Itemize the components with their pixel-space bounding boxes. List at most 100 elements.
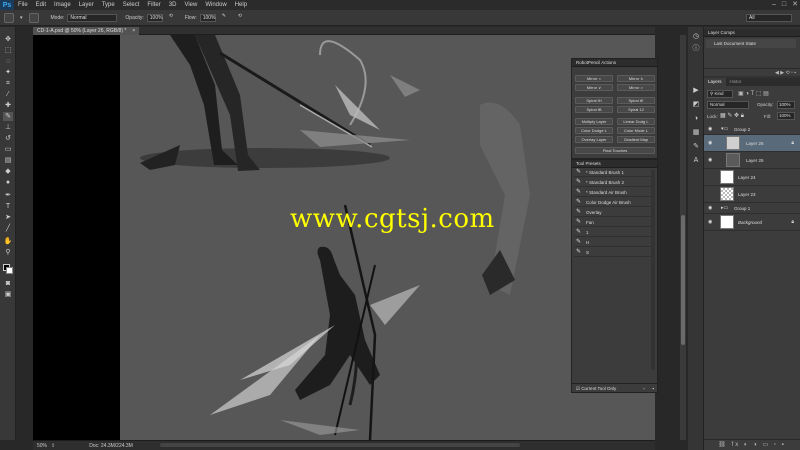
layer-opacity-field[interactable]: 100% [777, 101, 795, 109]
swatches-panel-icon[interactable]: ▦ [692, 129, 700, 137]
menu-edit[interactable]: Edit [36, 0, 46, 10]
layer-comps-footer-icons[interactable]: ◀ ▶ ⟲ ▫ ▪ [704, 68, 800, 76]
path-select-tool-icon[interactable]: ➤ [3, 213, 13, 222]
character-panel-icon[interactable]: A [692, 157, 700, 165]
menu-file[interactable]: File [18, 0, 28, 10]
crop-tool-icon[interactable]: ⌗ [3, 79, 13, 88]
menu-layer[interactable]: Layer [79, 0, 94, 10]
airbrush-icon[interactable]: ✎ [222, 13, 232, 23]
minimize-button[interactable]: – [772, 0, 776, 10]
brush-tool-icon[interactable]: ✎ [3, 112, 13, 121]
visibility-eye-icon[interactable]: ◉ [708, 124, 712, 135]
menu-view[interactable]: View [184, 0, 197, 10]
background-color-swatch[interactable] [6, 267, 13, 274]
gradient-tool-icon[interactable]: ▤ [3, 156, 13, 165]
shape-tool-icon[interactable]: ╱ [3, 224, 13, 233]
quick-select-tool-icon[interactable]: ✦ [3, 68, 13, 77]
preset-item[interactable]: ✎ * Standard Brush 2 [574, 178, 654, 187]
action-spiral-tb[interactable]: Spiral tB [575, 106, 613, 113]
layer-row-background[interactable]: ◉ Background 🔒︎ [704, 214, 800, 231]
pressure-size-icon[interactable]: ⟲ [238, 13, 248, 23]
visibility-eye-icon[interactable]: ◉ [708, 152, 712, 169]
vertical-scroll-thumb[interactable] [681, 215, 685, 345]
action-linear-dodge[interactable]: Linear Dodg L [617, 118, 655, 125]
quick-mask-icon[interactable]: ◙ [3, 279, 13, 288]
action-mirror-right[interactable]: Mirror > [617, 84, 655, 91]
action-overlay-layer[interactable]: Overlay Layer [575, 136, 613, 143]
lock-icons[interactable]: ▦ ✎ ✥ 🔒︎ [720, 112, 744, 120]
action-gradient-map[interactable]: Gradient Map [617, 136, 655, 143]
layer-row-layer-23[interactable]: Layer 23 [704, 186, 800, 203]
preset-item[interactable]: ✎ * Standard Brush 1 [574, 168, 654, 177]
action-mirror-down[interactable]: Mirror ∨ [575, 84, 613, 91]
menu-filter[interactable]: Filter [147, 0, 160, 10]
hand-tool-icon[interactable]: ✋ [3, 237, 13, 246]
dodge-tool-icon[interactable]: ● [3, 178, 13, 187]
maximize-button[interactable]: □ [782, 0, 786, 10]
zoom-level[interactable]: 50% [37, 443, 47, 449]
action-spiral-th[interactable]: Spiral tH [575, 97, 613, 104]
preset-item[interactable]: ✎ Color Dodge Air Brush [574, 198, 654, 207]
pressure-opacity-icon[interactable]: ⟲ [169, 13, 179, 23]
move-tool-icon[interactable]: ✥ [3, 35, 13, 44]
brush-panel-icon[interactable] [28, 12, 39, 23]
new-preset-icon[interactable]: ▫ [643, 384, 645, 393]
eyedropper-tool-icon[interactable]: ⁄ [3, 90, 13, 99]
action-mirror-up[interactable]: Mirror ∧ [617, 75, 655, 82]
action-spiral-12[interactable]: Spiral 12 [617, 106, 655, 113]
current-tool-only-checkbox[interactable]: ☑ [576, 386, 580, 391]
tab-layers[interactable]: Layers [704, 78, 726, 86]
properties-panel-icon[interactable]: ◩ [692, 101, 700, 109]
stamp-tool-icon[interactable]: ⊥ [3, 123, 13, 132]
menu-select[interactable]: Select [123, 0, 140, 10]
menu-help[interactable]: Help [235, 0, 247, 10]
action-mirror-left[interactable]: Mirror < [575, 75, 613, 82]
brush-tool-icon[interactable] [4, 12, 14, 23]
layer-row-layer-24[interactable]: Layer 24 [704, 169, 800, 186]
presets-scrollbar[interactable] [651, 170, 655, 370]
preset-item[interactable]: ✎ S [574, 248, 654, 257]
blend-mode-select[interactable]: Normal [707, 101, 749, 109]
horizontal-scrollbar[interactable] [160, 443, 520, 447]
adjustments-panel-icon[interactable]: ◑ [692, 115, 700, 123]
vertical-scrollbar[interactable] [680, 35, 686, 440]
action-spiral-te[interactable]: Spiral tE [617, 97, 655, 104]
play-action-icon[interactable]: ▶ [692, 87, 700, 95]
document-tab-close-icon[interactable]: × [132, 27, 135, 35]
status-share-icon[interactable]: ⇪ [51, 443, 55, 449]
fill-field[interactable]: 100% [777, 112, 795, 120]
healing-tool-icon[interactable]: ✚ [3, 101, 13, 110]
layer-row-layer-26[interactable]: ◉ Layer 26 🔒︎ [704, 135, 800, 152]
layers-footer-icons[interactable]: ⛓ fx ◐ ◑ ▭ ▫ ▪ [704, 439, 800, 450]
preset-item[interactable]: ✎ * Standard Air Brush [574, 188, 654, 197]
brush-presets-panel-icon[interactable]: ✎ [692, 143, 700, 151]
close-button[interactable]: ✕ [792, 0, 798, 10]
type-tool-icon[interactable]: T [3, 202, 13, 211]
marquee-tool-icon[interactable]: ⬚ [3, 46, 13, 55]
workspace-select[interactable]: All [746, 13, 792, 22]
visibility-eye-icon[interactable]: ◉ [708, 135, 712, 152]
tab-history[interactable]: Histor [726, 78, 746, 86]
action-color-mode[interactable]: Color Mode L [617, 127, 655, 134]
pen-tool-icon[interactable]: ✒ [3, 191, 13, 200]
flow-field[interactable]: 100% [199, 13, 216, 22]
layer-row-layer-25[interactable]: ◉ Layer 25 [704, 152, 800, 169]
delete-preset-icon[interactable]: ▪ [652, 384, 654, 393]
layer-row-group-1[interactable]: ◉ ▸▭ Group 1 [704, 203, 800, 214]
menu-window[interactable]: Window [205, 0, 226, 10]
history-brush-tool-icon[interactable]: ↺ [3, 134, 13, 143]
mode-select[interactable]: Normal [67, 13, 118, 22]
preset-item[interactable]: ✎ Fan [574, 218, 654, 227]
layer-filter-kind[interactable]: ⚲ Kind [707, 90, 733, 98]
menu-image[interactable]: Image [54, 0, 71, 10]
info-panel-icon[interactable]: ⓘ [692, 45, 700, 53]
last-document-state[interactable]: Last Document State [706, 39, 796, 48]
visibility-eye-icon[interactable]: ◉ [708, 214, 712, 231]
history-panel-icon[interactable]: ◷ [692, 33, 700, 41]
opacity-field[interactable]: 100% [146, 13, 163, 22]
menu-type[interactable]: Type [102, 0, 115, 10]
document-tab[interactable]: CD-1-A.psd @ 50% (Layer 26, RGB/8) * × [33, 27, 140, 35]
layer-row-group-2[interactable]: ◉ ▾▭ Group 2 [704, 124, 800, 135]
visibility-eye-icon[interactable]: ◉ [708, 203, 712, 214]
blur-tool-icon[interactable]: ◆ [3, 167, 13, 176]
